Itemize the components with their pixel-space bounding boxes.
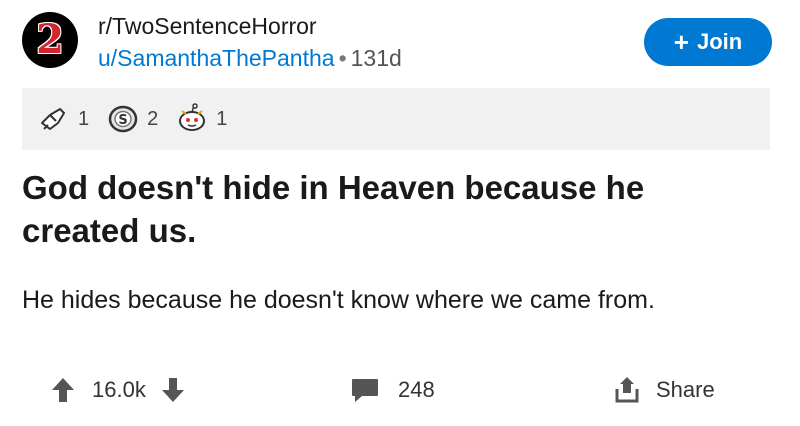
upvote-button[interactable]: [50, 376, 76, 404]
share-button[interactable]: Share: [614, 368, 715, 412]
award-item[interactable]: 1: [174, 101, 227, 137]
join-button-label: Join: [696, 29, 743, 54]
award-count: 1: [216, 107, 228, 130]
downvote-arrow-icon: [161, 378, 184, 402]
post-meta: u/SamanthaThePantha • 131d: [98, 44, 402, 72]
comment-icon: [352, 379, 378, 402]
post-age: 131d: [350, 45, 402, 71]
subreddit-name[interactable]: r/TwoSentenceHorror: [98, 12, 317, 40]
post-body: He hides because he doesn't know where w…: [22, 286, 655, 314]
share-icon: [615, 377, 639, 403]
downvote-button[interactable]: [160, 376, 186, 404]
rocket-like-award-icon: [41, 108, 65, 130]
snoo-award-icon: [179, 103, 206, 131]
award-item[interactable]: 1: [36, 101, 89, 137]
svg-text:S: S: [118, 113, 127, 128]
author-link[interactable]: u/SamanthaThePantha: [98, 45, 335, 71]
subreddit-avatar[interactable]: 2: [22, 12, 78, 68]
comment-count: 248: [398, 377, 435, 402]
post-title[interactable]: God doesn't hide in Heaven because he cr…: [22, 166, 762, 252]
meta-separator: •: [338, 45, 347, 71]
join-button[interactable]: + Join: [644, 18, 772, 66]
silver-award-icon: S: [108, 105, 138, 133]
subreddit-avatar-label: 2: [36, 16, 64, 63]
comments-button[interactable]: 248: [350, 368, 435, 412]
post-header: 2 r/TwoSentenceHorror u/SamanthaThePanth…: [22, 12, 778, 72]
share-label: Share: [656, 377, 715, 402]
plus-icon: +: [673, 27, 689, 57]
vote-score: 16.0k: [92, 377, 146, 402]
post-actions-bar: 16.0k 248 Share: [0, 368, 800, 412]
awards-bar[interactable]: 1 S 2 1: [22, 88, 770, 150]
vote-controls: 16.0k: [50, 368, 186, 412]
upvote-arrow-icon: [52, 378, 74, 402]
award-item[interactable]: S 2: [105, 101, 158, 137]
award-count: 1: [78, 107, 90, 130]
award-count: 2: [147, 107, 159, 130]
